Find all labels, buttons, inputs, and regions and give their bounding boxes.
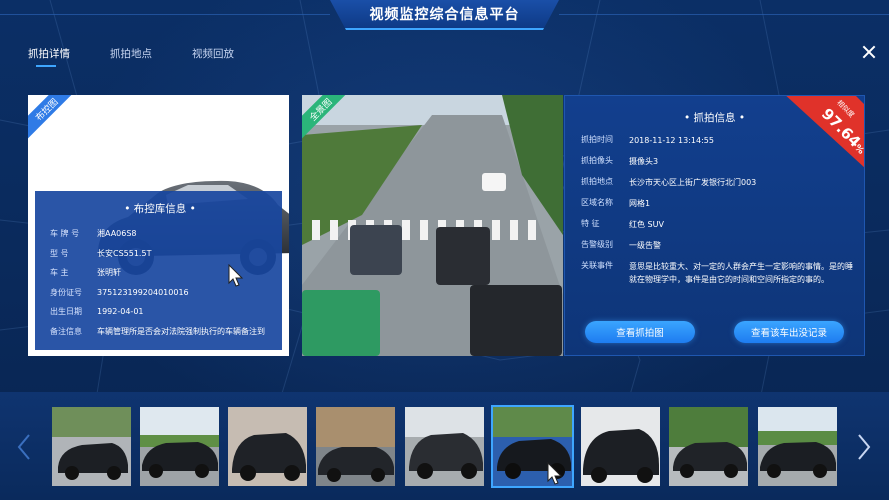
info-value: 张明轩 [97,268,121,278]
capture-key: 抓拍地点 [581,177,613,186]
title-bar: 视频监控综合信息平台 [0,0,889,32]
thumbnail-1[interactable] [52,407,131,486]
capture-row-related-event: 关联事件 意思是比较重大、对一定的人群会产生一定影响的事情。是的睡就在物理学中，… [581,260,853,286]
mouse-cursor-icon [228,264,244,287]
info-key: 车 牌 号 [50,229,80,239]
panorama-image: 全景图 [302,95,563,356]
mouse-cursor-icon [547,462,563,485]
info-key: 身份证号 [50,287,82,297]
thumbnail-8[interactable] [669,407,748,486]
capture-row-area: 区域名称 网格1 [581,197,853,210]
title-plate: 视频监控综合信息平台 [330,0,559,30]
thumbnail-7[interactable] [581,407,660,486]
capture-row-time: 抓拍时间 2018-11-12 13:14:55 [581,134,853,147]
watchlist-card-title: • 布控库信息 • [124,203,196,215]
chevron-left-icon[interactable] [16,433,32,461]
capture-row-feature: 特 征 红色 SUV [581,218,853,231]
thumbnail-4[interactable] [316,407,395,486]
info-value: 长安CS551.5T [97,248,152,258]
capture-row-alert-level: 告警级别 一级告警 [581,239,853,252]
info-value: 车辆管理所是否会对法院强制执行的车辆备注到 [97,326,265,336]
capture-value: 网格1 [629,199,651,208]
capture-value: 意思是比较重大、对一定的人群会产生一定影响的事情。是的睡就在物理学中，事件是由它… [629,262,853,284]
tab-capture-location[interactable]: 抓拍地点 [110,46,152,67]
watchlist-info-card: • 布控库信息 • 车 牌 号 湘AA06S8 型 号 长安CS551.5T 车… [35,191,282,350]
title-line-right [559,14,889,15]
view-record-button[interactable]: 查看该车出没记录 [734,321,844,343]
view-capture-button[interactable]: 查看抓拍图 [585,321,695,343]
capture-key: 告警级别 [581,240,613,249]
thumbnail-2[interactable] [140,407,219,486]
capture-key: 特 征 [581,219,600,228]
title-line-left [0,14,330,15]
capture-key: 关联事件 [581,261,613,270]
info-row-notes: 备注信息 车辆管理所是否会对法院强制执行的车辆备注到 [50,322,270,342]
capture-value: 长沙市天心区上街广发银行北门003 [629,178,757,187]
close-icon[interactable] [862,45,876,59]
info-key: 车 主 [50,268,69,278]
thumbnail-3[interactable] [228,407,307,486]
chevron-right-icon[interactable] [856,433,872,461]
tab-bar: 抓拍详情 抓拍地点 视频回放 [28,46,234,67]
capture-info-panel: • 抓拍信息 • 相似度 97.64% 抓拍时间 2018-11-12 13:1… [564,95,865,356]
capture-row-camera: 抓拍像头 摄像头3 [581,155,853,168]
capture-value: 2018-11-12 13:14:55 [629,136,714,145]
info-value: 1992-04-01 [97,307,144,317]
thumbnail-9[interactable] [758,407,837,486]
info-key: 型 号 [50,248,69,258]
tab-video-playback[interactable]: 视频回放 [192,46,234,67]
info-row-plate: 车 牌 号 湘AA06S8 [50,224,270,244]
info-key: 出生日期 [50,307,82,317]
thumbnail-5[interactable] [405,407,484,486]
info-row-model: 型 号 长安CS551.5T [50,244,270,264]
watchlist-ribbon: 布控图 [28,95,80,143]
app-title: 视频监控综合信息平台 [369,7,520,23]
capture-key: 抓拍像头 [581,156,613,165]
info-key: 备注信息 [50,326,82,336]
capture-value: 一级告警 [629,241,661,250]
capture-key: 抓拍时间 [581,135,613,144]
info-value: 湘AA06S8 [97,229,137,239]
capture-key: 区域名称 [581,198,613,207]
capture-value: 红色 SUV [629,220,664,229]
info-value: 375123199204010016 [97,287,189,297]
tab-capture-details[interactable]: 抓拍详情 [28,46,70,67]
capture-value: 摄像头3 [629,157,659,166]
info-row-birth: 出生日期 1992-04-01 [50,302,270,322]
capture-info-rows: 抓拍时间 2018-11-12 13:14:55 抓拍像头 摄像头3 抓拍地点 … [581,134,853,286]
capture-row-location: 抓拍地点 长沙市天心区上街广发银行北门003 [581,176,853,189]
